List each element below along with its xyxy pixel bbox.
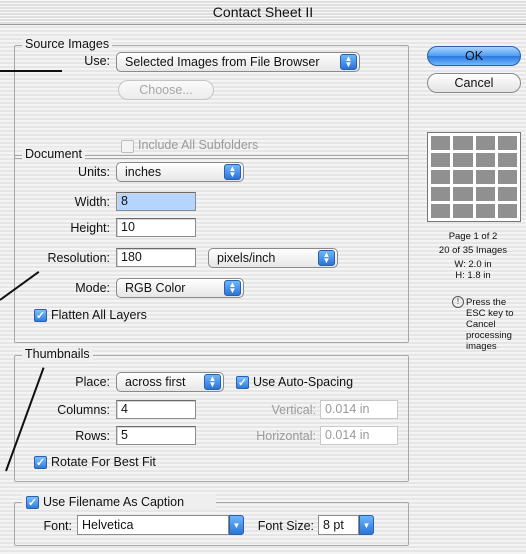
esc-note-line-4: processing <box>466 330 512 341</box>
resolution-unit-popup[interactable]: pixels/inch ▲ ▼ <box>208 248 338 268</box>
cancel-button[interactable]: Cancel <box>427 73 521 93</box>
font-combo-field[interactable]: Helvetica <box>77 515 229 535</box>
preview-thumbnail-cell <box>475 187 495 201</box>
units-popup[interactable]: inches ▲ ▼ <box>116 162 244 182</box>
images-info: 20 of 35 Images <box>438 245 508 256</box>
chevron-down-icon[interactable]: ▼ <box>359 515 374 535</box>
ok-button[interactable]: OK <box>427 46 521 66</box>
vertical-field[interactable]: 0.014 in <box>320 400 398 419</box>
use-label: Use: <box>84 54 110 68</box>
width-label: Width: <box>74 195 110 209</box>
font-size-label: Font Size: <box>257 519 314 533</box>
source-images-legend: Source Images <box>22 37 113 51</box>
info-icon: ! <box>452 296 464 308</box>
rotate-label: Rotate For Best Fit <box>51 455 156 469</box>
preview-thumbnail-cell <box>497 204 517 218</box>
caption-checkbox-label: Use Filename As Caption <box>43 495 185 509</box>
rows-field[interactable]: 5 <box>116 426 196 445</box>
height-field[interactable]: 10 <box>116 218 196 237</box>
preview-thumbnail-cell <box>453 187 473 201</box>
popup-arrows-icon: ▲ ▼ <box>224 280 241 296</box>
chevron-down-icon[interactable]: ▼ <box>229 515 244 535</box>
flatten-layers-checkbox[interactable]: ✓ <box>34 309 47 322</box>
popup-arrows-icon: ▲ ▼ <box>318 250 335 266</box>
height-label: Height: <box>70 221 110 235</box>
columns-field[interactable]: 4 <box>116 400 196 419</box>
columns-label: Columns: <box>57 403 110 417</box>
vertical-label: Vertical: <box>271 403 316 417</box>
width-info: W: 2.0 in <box>454 259 492 270</box>
caption-checkbox[interactable]: ✓ <box>26 496 39 509</box>
popup-arrows-icon: ▲ ▼ <box>340 54 357 70</box>
preview-thumbnail-cell <box>453 204 473 218</box>
contact-sheet-preview <box>427 132 521 222</box>
callout-line <box>0 70 62 72</box>
resolution-label: Resolution: <box>47 251 110 265</box>
thumbnails-legend: Thumbnails <box>22 347 93 361</box>
include-subfolders-checkbox[interactable] <box>121 140 134 153</box>
font-label: Font: <box>43 519 73 533</box>
page-info: Page 1 of 2 <box>448 231 498 242</box>
esc-note-line-2: ESC key to <box>466 308 514 319</box>
window-title: Contact Sheet II <box>212 4 314 20</box>
preview-thumbnail-cell <box>497 136 517 150</box>
popup-arrows-icon: ▲ ▼ <box>224 164 241 180</box>
preview-thumbnail-cell <box>431 153 451 167</box>
resolution-unit-value: pixels/inch <box>217 251 276 265</box>
esc-note-line-3: Cancel <box>466 319 496 330</box>
flatten-layers-label: Flatten All Layers <box>51 308 147 322</box>
document-legend: Document <box>22 147 85 161</box>
preview-thumbnail-cell <box>431 136 451 150</box>
place-popup[interactable]: across first ▲ ▼ <box>116 372 224 392</box>
horizontal-field[interactable]: 0.014 in <box>320 426 398 445</box>
preview-thumbnail-cell <box>431 187 451 201</box>
use-popup[interactable]: Selected Images from File Browser ▲ ▼ <box>116 52 360 72</box>
preview-thumbnail-cell <box>475 170 495 184</box>
auto-spacing-checkbox[interactable]: ✓ <box>236 376 249 389</box>
preview-thumbnail-cell <box>431 170 451 184</box>
preview-thumbnail-cell <box>453 170 473 184</box>
rows-label: Rows: <box>75 429 110 443</box>
include-subfolders-label: Include All Subfolders <box>138 138 259 152</box>
caption-legend: ✓ Use Filename As Caption <box>22 494 216 510</box>
esc-note-line-5: images <box>466 341 497 352</box>
preview-thumbnail-cell <box>475 136 495 150</box>
preview-thumbnail-cell <box>431 204 451 218</box>
preview-thumbnail-cell <box>453 153 473 167</box>
mode-label: Mode: <box>75 281 110 295</box>
resolution-field[interactable]: 180 <box>116 248 196 267</box>
preview-thumbnail-cell <box>475 153 495 167</box>
title-bar: Contact Sheet II <box>0 0 526 25</box>
width-field[interactable]: 8 <box>116 192 196 211</box>
font-size-combo-field[interactable]: 8 pt <box>318 515 359 535</box>
preview-thumbnail-cell <box>453 136 473 150</box>
choose-button[interactable]: Choose... <box>118 80 214 100</box>
use-popup-value: Selected Images from File Browser <box>125 55 320 69</box>
units-popup-value: inches <box>125 165 162 179</box>
popup-arrows-icon: ▲ ▼ <box>204 374 221 390</box>
font-size-combo[interactable]: 8 pt ▼ <box>318 515 374 535</box>
auto-spacing-label: Use Auto-Spacing <box>253 375 354 389</box>
height-info: H: 1.8 in <box>455 270 491 281</box>
font-combo[interactable]: Helvetica ▼ <box>77 515 244 535</box>
place-label: Place: <box>75 375 110 389</box>
units-label: Units: <box>78 165 110 179</box>
horizontal-label: Horizontal: <box>256 429 316 443</box>
mode-popup[interactable]: RGB Color ▲ ▼ <box>116 278 244 298</box>
esc-note-line-1: Press the <box>466 297 507 308</box>
preview-thumbnail-cell <box>475 204 495 218</box>
mode-popup-value: RGB Color <box>125 281 186 295</box>
preview-thumbnail-cell <box>497 187 517 201</box>
place-popup-value: across first <box>125 375 186 389</box>
preview-thumbnail-cell <box>497 170 517 184</box>
rotate-checkbox[interactable]: ✓ <box>34 456 47 469</box>
preview-thumbnail-cell <box>497 153 517 167</box>
